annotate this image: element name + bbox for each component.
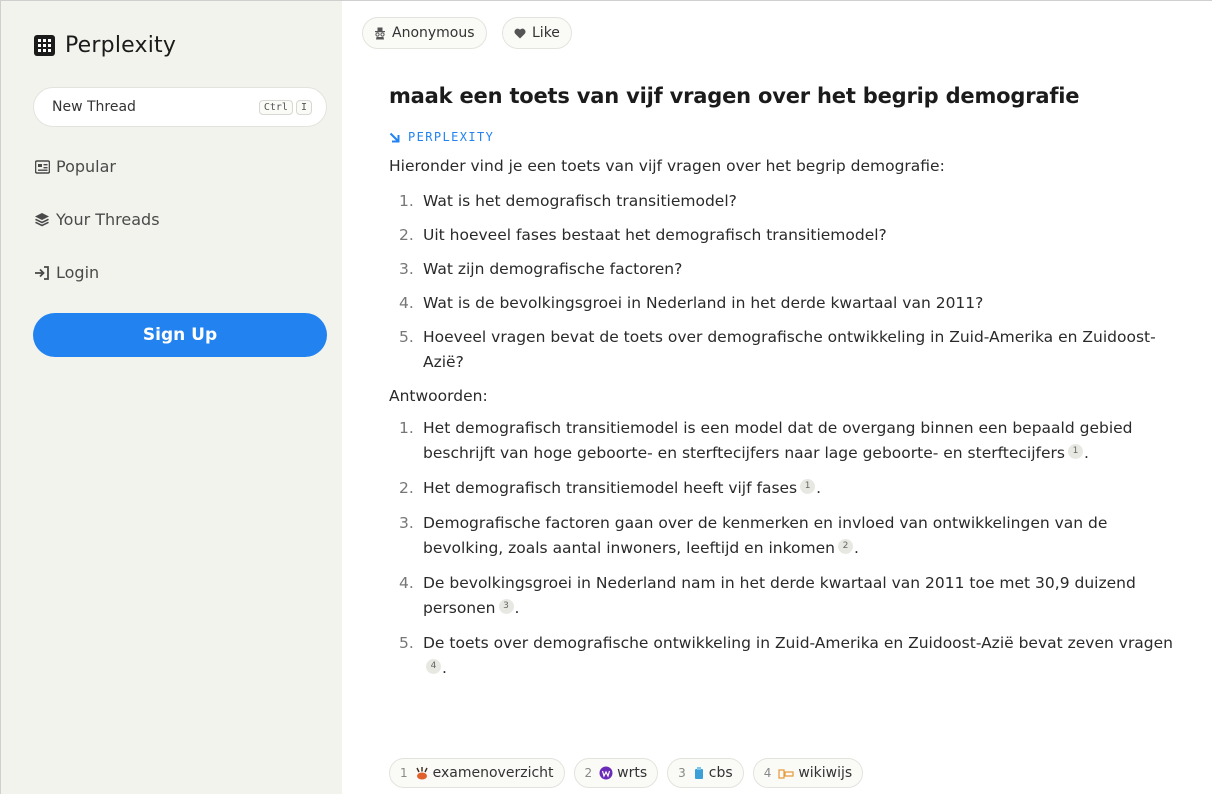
list-item-text: Wat is het demografisch transitiemodel? <box>423 192 737 210</box>
list-item: 1. Wat is het demografisch transitiemodel… <box>389 189 1189 214</box>
citation-badge[interactable]: 4 <box>426 659 441 674</box>
question-list: 1. Wat is het demografisch transitiemodel… <box>389 189 1189 375</box>
question-title: maak een toets van vijf vragen over het … <box>389 84 1080 108</box>
list-item-text: Wat zijn demografische factoren? <box>423 260 683 278</box>
answers-heading: Antwoorden: <box>389 387 488 405</box>
source-chip-wrts[interactable]: 2 wrts <box>573 758 659 788</box>
list-number: 1. <box>399 192 414 210</box>
list-item: 5. De toets over demografische ontwikkeli… <box>389 631 1189 681</box>
list-item-text: Uit hoeveel fases bestaat het demografis… <box>423 226 887 244</box>
list-item-text: Het demografisch transitiemodel heeft vi… <box>423 479 798 497</box>
anonymous-button[interactable]: Anonymous <box>362 17 487 49</box>
list-number: 2. <box>399 479 414 497</box>
list-number: 5. <box>399 328 414 346</box>
list-number: 4. <box>399 574 414 592</box>
list-item: 4. De bevolkingsgroei in Nederland nam in… <box>389 571 1189 621</box>
source-name: examenoverzicht <box>432 765 554 781</box>
citation-badge[interactable]: 1 <box>800 479 816 494</box>
citation-badge[interactable]: 2 <box>837 539 853 554</box>
list-item: 3. Wat zijn demografische factoren? <box>389 257 1189 282</box>
answer-source-label: PERPLEXITY <box>389 130 494 144</box>
like-label: Like <box>532 25 560 41</box>
source-chip-wikiwijs[interactable]: 4 wikiwijs <box>752 758 864 788</box>
citation-badge[interactable]: 3 <box>498 599 514 614</box>
answer-intro: Hieronder vind je een toets van vijf vra… <box>389 157 945 175</box>
list-item: 3. Demografische factoren gaan over de ke… <box>389 511 1189 561</box>
layers-icon <box>34 212 50 228</box>
list-item-text: Demografische factoren gaan over de kenm… <box>423 514 1108 557</box>
list-item-text: De bevolkingsgroei in Nederland nam in h… <box>423 574 1136 617</box>
source-number: 2 <box>584 766 593 780</box>
source-chip-examenoverzicht[interactable]: 1 examenoverzicht <box>389 758 565 788</box>
shortcut-key-ctrl: Ctrl <box>258 99 293 115</box>
list-item: 4. Wat is de bevolkingsgroei in Nederland… <box>389 291 1189 316</box>
examenoverzicht-icon <box>415 766 429 780</box>
list-item-text: Het demografisch transitiemodel is een m… <box>423 419 1133 462</box>
source-list: 1 examenoverzicht 2 wrts 3 cbs 4 wikiwij… <box>389 758 872 788</box>
sign-up-button[interactable]: Sign Up <box>33 313 327 357</box>
list-item: 2. Het demografisch transitiemodel heeft … <box>389 476 1189 501</box>
sidebar-item-label: Your Threads <box>56 210 160 229</box>
anonymous-label: Anonymous <box>392 25 475 41</box>
wrts-icon <box>599 766 613 780</box>
list-number: 1. <box>399 419 414 437</box>
list-number: 5. <box>399 634 414 652</box>
heart-icon <box>514 28 526 39</box>
sidebar-item-your-threads[interactable]: Your Threads <box>34 210 160 229</box>
list-item: 2. Uit hoeveel fases bestaat het demograf… <box>389 223 1189 248</box>
source-number: 4 <box>763 766 772 780</box>
answer-list: 1. Het demografisch transitiemodel is een… <box>389 416 1189 681</box>
main-content: Anonymous Like maak een toets van vijf v… <box>342 1 1212 794</box>
logo[interactable]: Perplexity <box>34 33 176 58</box>
sidebar-item-login[interactable]: Login <box>34 263 99 282</box>
source-label-text: PERPLEXITY <box>408 130 495 144</box>
list-item-text: De toets over demografische ontwikkeling… <box>423 634 1174 652</box>
list-item: 5. Hoeveel vragen bevat de toets over dem… <box>389 325 1189 375</box>
list-item: 1. Het demografisch transitiemodel is een… <box>389 416 1189 466</box>
sidebar-item-label: Popular <box>56 157 116 176</box>
source-chip-cbs[interactable]: 3 cbs <box>667 758 744 788</box>
perplexity-logo-icon <box>34 35 55 56</box>
incognito-icon <box>374 27 386 40</box>
list-number: 3. <box>399 260 414 278</box>
list-number: 2. <box>399 226 414 244</box>
list-item-text: Hoeveel vragen bevat de toets over demog… <box>423 328 1156 371</box>
wikiwijs-icon <box>778 767 794 779</box>
source-name: cbs <box>708 765 733 781</box>
citation-badge[interactable]: 1 <box>1067 444 1083 459</box>
list-number: 3. <box>399 514 414 532</box>
sidebar: Perplexity New Thread Ctrl I Popular You… <box>1 1 342 794</box>
list-item-text: Wat is de bevolkingsgroei in Nederland i… <box>423 294 984 312</box>
sidebar-item-popular[interactable]: Popular <box>34 157 116 176</box>
arrow-down-right-icon <box>389 132 400 143</box>
source-number: 1 <box>400 766 408 780</box>
newspaper-icon <box>34 159 50 175</box>
source-name: wikiwijs <box>798 765 853 781</box>
sidebar-item-label: Login <box>56 263 100 282</box>
source-number: 3 <box>678 766 686 780</box>
like-button[interactable]: Like <box>502 17 572 49</box>
answer-body: Hieronder vind je een toets van vijf vra… <box>389 154 1189 691</box>
new-thread-label: New Thread <box>52 99 136 115</box>
list-number: 4. <box>399 294 414 312</box>
new-thread-button[interactable]: New Thread Ctrl I <box>33 87 327 127</box>
shortcut-key-i: I <box>295 99 312 115</box>
source-name: wrts <box>617 765 648 781</box>
cbs-icon <box>693 766 705 780</box>
logo-text: Perplexity <box>65 33 177 58</box>
login-icon <box>34 265 50 281</box>
